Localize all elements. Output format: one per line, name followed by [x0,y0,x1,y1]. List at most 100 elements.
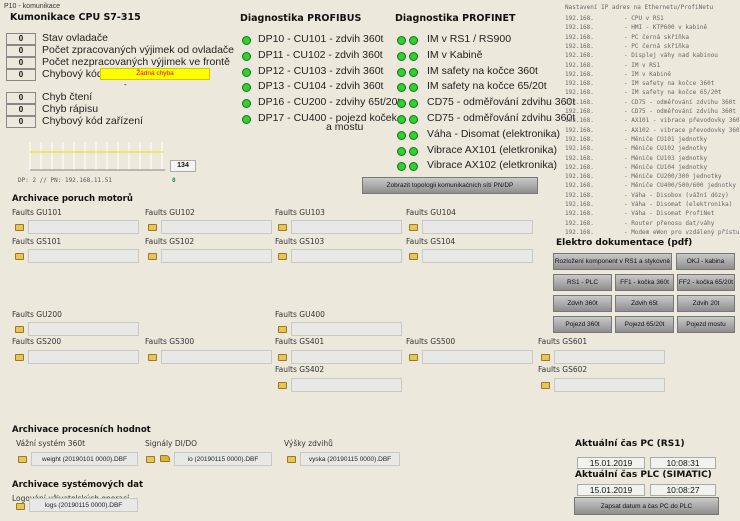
fault-file-field[interactable] [291,350,402,364]
fault-file-field[interactable] [161,249,272,263]
fault-file-field[interactable] [161,350,272,364]
status-led-icon [242,36,251,45]
folder-icon[interactable] [146,456,155,463]
fault-file-field[interactable] [28,220,139,234]
show-topology-button[interactable]: Zobrazit topologii komunikačních sítí PN… [362,177,538,194]
doc-button[interactable]: FF1 - kočka 360t [615,274,674,291]
profinet-item: Vibrace AX101 (eletkronika) [427,143,557,156]
height-label: Výšky zdvihů [284,439,333,448]
fault-file-field[interactable] [291,322,402,336]
fault-label: Faults GU103 [275,208,325,217]
error-code-display: Žádná chyba [100,68,210,80]
folder-icon[interactable] [15,354,24,361]
ip-description: - Váha - Disomat (elektronika) [624,201,733,208]
status-led-icon [409,146,418,156]
value-box: 0 [6,45,36,57]
status-led-icon [397,146,406,156]
doc-button[interactable]: OKJ - kabina [676,253,735,270]
folder-icon[interactable] [541,354,550,361]
folder-icon[interactable] [278,354,287,361]
fault-label: Faults GU400 [275,310,325,319]
fault-file-field[interactable] [291,220,402,234]
fault-label: Faults GS103 [275,237,325,246]
folder-icon[interactable] [287,456,296,463]
doc-button[interactable]: Zdvih 20t [677,295,735,312]
doc-button[interactable]: Zdvih 65t [615,295,674,312]
doc-button[interactable]: Zdvih 360t [553,295,612,312]
fault-label: Faults GU101 [12,208,62,217]
profibus-title: Diagnostika PROFIBUS [240,13,362,24]
error-label: Chyb čtení [42,91,93,103]
folder-icon[interactable] [409,354,418,361]
fault-file-field[interactable] [28,249,139,263]
ip-description: - CPU v RS1 [624,15,664,22]
doc-button[interactable]: Pojezd 65/20t [615,316,674,333]
fault-file-field[interactable] [554,378,665,392]
fault-file-field[interactable] [422,220,533,234]
doc-button[interactable]: RS1 - PLC [553,274,612,291]
ip-description: - CD75 - odměřování zdvihu 360t [624,98,736,106]
fault-file-field[interactable] [554,350,665,364]
open-folder-icon[interactable] [160,455,170,462]
fault-file-field[interactable] [28,322,139,336]
status-led-icon [397,99,406,109]
ip-description: - Router přenosu dat/váhy [624,219,715,227]
folder-icon[interactable] [148,253,157,260]
value-box: 0 [6,92,36,104]
io-label: Signály DI/DO [145,439,198,448]
ip-description: - AX102 - vibrace převodovky 360t [624,126,740,134]
fault-file-field[interactable] [291,378,402,392]
fault-label: Faults GS500 [406,337,456,346]
status-led-icon [242,67,251,77]
folder-icon[interactable] [278,253,287,260]
trend-chart [29,142,165,171]
status-led-icon [409,115,418,124]
fault-file-field[interactable] [291,249,402,263]
profibus-item-continuation: a mostu [326,121,364,133]
folder-icon[interactable] [148,224,157,231]
doc-button[interactable]: FF2 - kočka 65/20t [677,274,735,291]
folder-icon[interactable] [15,326,24,333]
weight-file-field[interactable]: weight (20190101 0000).DBF [31,452,138,466]
status-led-icon [242,83,251,93]
folder-icon[interactable] [278,326,287,333]
ip-description: - Displej váhy nad kabinou [624,52,718,60]
folder-icon[interactable] [148,354,157,361]
fault-label: Faults GS300 [145,337,195,346]
write-time-to-plc-button[interactable]: Zapsat datum a čas PC do PLC [574,497,719,515]
ip-prefix: 192.168. [565,210,594,218]
status-led-icon [409,51,418,61]
fault-label: Faults GS401 [275,337,325,346]
folder-icon[interactable] [18,456,27,463]
fault-file-field[interactable] [422,350,533,364]
doc-button[interactable]: Rozložení komponent v RS1 a stykovně [553,253,672,270]
folder-icon[interactable] [409,224,418,231]
profibus-item: DP12 - CU103 - zdvih 360t [258,64,384,77]
folder-icon[interactable] [15,224,24,231]
ip-prefix: 192.168. [565,135,594,143]
folder-icon[interactable] [409,253,418,260]
ip-prefix: 192.168. [565,154,594,162]
logs-file-field[interactable]: logs (20190115 0000).DBF [29,498,138,512]
weight-label: Vážní systém 360t [16,439,86,448]
ip-description: - Měniče CU104 jednotky [624,163,708,171]
profibus-item: DP11 - CU102 - zdvih 360t [258,48,383,61]
status-led-icon [409,162,418,172]
folder-icon[interactable] [541,382,550,389]
folder-icon[interactable] [15,253,24,260]
height-file-field[interactable]: vyska (20190115 0000).DBF [300,452,400,466]
status-label: Chybový kód [42,68,103,80]
folder-icon[interactable] [278,382,287,389]
fault-file-field[interactable] [161,220,272,234]
status-led-icon [397,115,406,124]
ip-prefix: 192.168. [565,117,594,125]
status-led-icon [397,83,406,93]
folder-icon[interactable] [16,503,25,510]
doc-button[interactable]: Pojezd 360t [553,316,612,333]
doc-button[interactable]: Pojezd mostu [677,316,735,333]
profinet-item: IM safety na kočce 360t [427,64,538,77]
fault-file-field[interactable] [28,350,139,364]
io-file-field[interactable]: io (20190115 0000).DBF [174,452,272,466]
folder-icon[interactable] [278,224,287,231]
fault-file-field[interactable] [422,249,533,263]
